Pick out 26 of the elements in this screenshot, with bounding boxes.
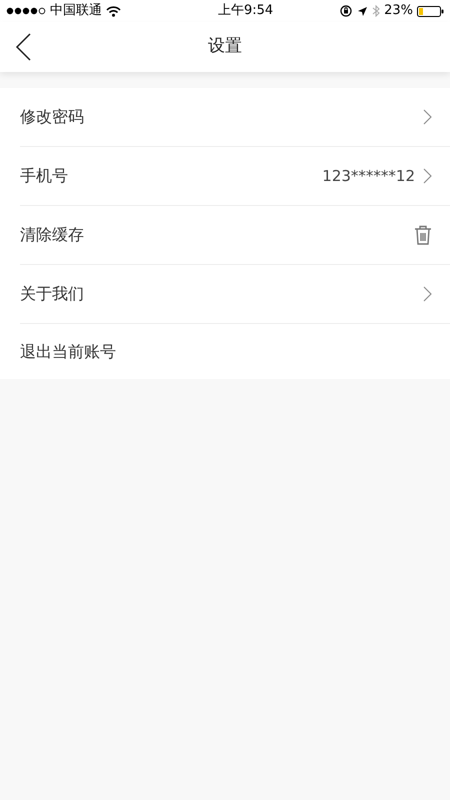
row-label: 关于我们 [20, 283, 85, 305]
battery-icon [416, 6, 444, 16]
trash-icon[interactable] [414, 225, 432, 245]
settings-row[interactable]: 修改密码 [20, 88, 450, 147]
rotation-lock-icon [340, 5, 354, 17]
bluetooth-icon [372, 5, 380, 17]
settings-row[interactable]: 关于我们 [20, 265, 450, 324]
row-value: 123******12 [322, 166, 415, 187]
row-label: 修改密码 [20, 106, 85, 128]
clock-time: 上午9:54 [218, 2, 274, 20]
settings-row[interactable]: 退出当前账号 [20, 324, 450, 379]
chevron-icon [423, 286, 432, 302]
signal-icon [6, 7, 46, 15]
settings-row[interactable]: 手机号 123******12 [20, 147, 450, 206]
carrier-name: 中国联通 [50, 2, 102, 20]
chevron-icon [423, 168, 432, 184]
page-title: 设置 [208, 35, 242, 58]
row-label: 退出当前账号 [20, 340, 117, 362]
battery-percent: 23% [384, 2, 413, 20]
location-icon [357, 6, 368, 16]
row-label: 清除缓存 [20, 224, 85, 246]
chevron-icon [423, 109, 432, 125]
back-button[interactable] [14, 32, 32, 62]
wifi-icon [106, 6, 121, 16]
row-label: 手机号 [20, 165, 69, 187]
settings-row[interactable]: 清除缓存 [20, 206, 450, 265]
